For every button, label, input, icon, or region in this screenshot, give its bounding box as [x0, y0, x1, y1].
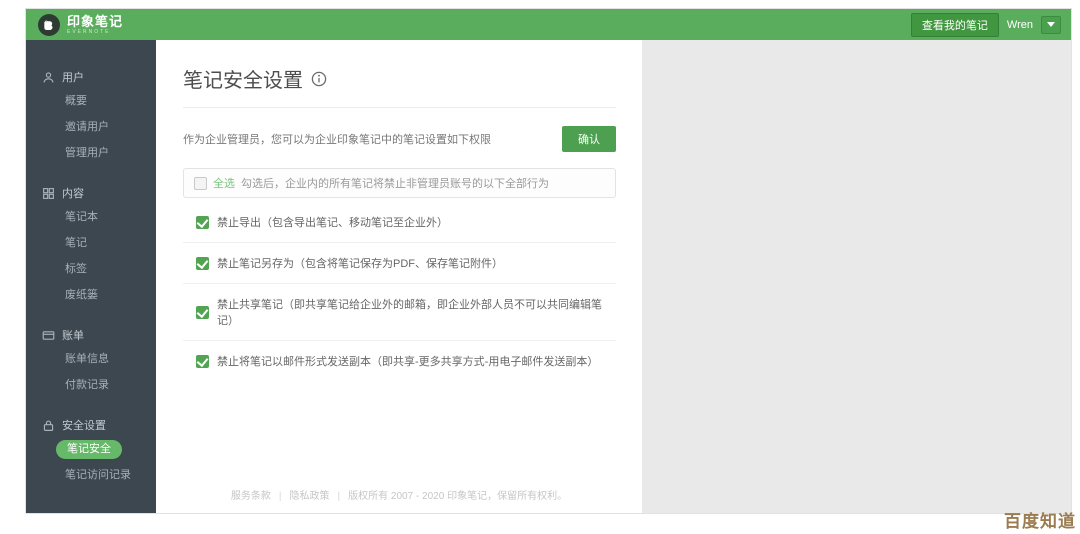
sidebar-item-billing-info[interactable]: 账单信息 [26, 346, 156, 372]
sidebar-section-content: 内容 笔记本 笔记 标签 废纸篓 [26, 182, 156, 308]
privacy-link[interactable]: 隐私政策 [290, 491, 330, 502]
checkbox-checked-icon[interactable] [196, 215, 209, 229]
confirm-button[interactable]: 确认 [562, 126, 616, 152]
checkbox-checked-icon[interactable] [196, 305, 209, 319]
sidebar-section-content-header: 内容 [26, 182, 156, 204]
username-label: Wren [1006, 18, 1033, 31]
content-icon [43, 187, 54, 199]
admin-console-window: 印象笔记 EVERNOTE 查看我的笔记 Wren 用户 概要 邀请用户 管理用… [25, 8, 1072, 514]
description-text: 作为企业管理员，您可以为企业印象笔记中的笔记设置如下权限 [183, 134, 491, 146]
select-all-label: 全选 [213, 178, 235, 190]
brand-subtitle: EVERNOTE [67, 28, 111, 35]
permission-row-export[interactable]: 禁止导出（包含导出笔记、移动笔记至企业外） [183, 202, 616, 243]
sidebar-nav: 用户 概要 邀请用户 管理用户 内容 笔记本 笔记 标签 废纸篓 账单 账单信息… [26, 40, 156, 513]
user-menu-dropdown-button[interactable] [1041, 15, 1061, 34]
terms-link[interactable]: 服务条款 [231, 491, 271, 502]
footer-separator: | [337, 491, 341, 502]
description-row: 作为企业管理员，您可以为企业印象笔记中的笔记设置如下权限 确认 [183, 126, 616, 152]
evernote-elephant-icon [38, 13, 60, 36]
permission-row-share[interactable]: 禁止共享笔记（即共享笔记给企业外的邮箱，即企业外部人员不可以共同编辑笔记） [183, 284, 616, 341]
permission-row-save-as[interactable]: 禁止笔记另存为（包含将笔记保存为PDF、保存笔记附件） [183, 243, 616, 284]
sidebar-item-notes[interactable]: 笔记 [26, 230, 156, 256]
sidebar-item-trash[interactable]: 废纸篓 [26, 282, 156, 308]
copyright-text: 版权所有 2007 - 2020 印象笔记，保留所有权利。 [348, 491, 568, 502]
main-area: 笔记安全设置 作为企业管理员，您可以为企业印象笔记中的笔记设置如下权限 确认 全… [156, 40, 1071, 513]
info-icon[interactable] [311, 71, 327, 87]
sidebar-section-users-header: 用户 [26, 66, 156, 88]
sidebar-section-billing-header: 账单 [26, 324, 156, 346]
lock-icon [43, 419, 54, 431]
checkbox-checked-icon[interactable] [196, 354, 209, 368]
sidebar-item-manage-users[interactable]: 管理用户 [26, 140, 156, 166]
user-icon [43, 71, 54, 83]
sidebar-item-note-access-log[interactable]: 笔记访问记录 [26, 462, 156, 488]
panel-footer: 服务条款 | 隐私政策 | 版权所有 2007 - 2020 印象笔记，保留所有权利。 [156, 487, 642, 502]
baidu-zhidao-watermark: 百度知道 [1004, 512, 1076, 531]
sidebar-item-tags[interactable]: 标签 [26, 256, 156, 282]
sidebar-item-payment-records[interactable]: 付款记录 [26, 372, 156, 398]
screen: 印象笔记 EVERNOTE 查看我的笔记 Wren 用户 概要 邀请用户 管理用… [0, 0, 1080, 534]
background-area [642, 40, 1071, 513]
chevron-down-icon [1047, 22, 1055, 27]
page-title: 笔记安全设置 [183, 70, 303, 92]
footer-separator: | [278, 491, 282, 502]
sidebar-section-security: 安全设置 笔记安全 笔记访问记录 [26, 414, 156, 488]
sidebar-section-security-header: 安全设置 [26, 414, 156, 436]
settings-panel: 笔记安全设置 作为企业管理员，您可以为企业印象笔记中的笔记设置如下权限 确认 全… [156, 40, 642, 513]
brand-logo[interactable]: 印象笔记 EVERNOTE [38, 13, 124, 36]
sidebar-item-overview[interactable]: 概要 [26, 88, 156, 114]
page-title-row: 笔记安全设置 [183, 64, 616, 108]
active-item-pill: 笔记安全 [56, 440, 122, 459]
top-header: 印象笔记 EVERNOTE 查看我的笔记 Wren [26, 9, 1071, 40]
sidebar-item-notebooks[interactable]: 笔记本 [26, 204, 156, 230]
sidebar-section-users: 用户 概要 邀请用户 管理用户 [26, 66, 156, 166]
select-all-checkbox[interactable] [194, 176, 207, 190]
select-all-row[interactable]: 全选 勾选后，企业内的所有笔记将禁止非管理员账号的以下全部行为 [183, 168, 616, 198]
sidebar-section-billing: 账单 账单信息 付款记录 [26, 324, 156, 398]
permission-list: 禁止导出（包含导出笔记、移动笔记至企业外） 禁止笔记另存为（包含将笔记保存为PD… [183, 202, 616, 381]
sidebar-item-note-security[interactable]: 笔记安全 [26, 436, 156, 462]
view-my-notes-button[interactable]: 查看我的笔记 [910, 12, 999, 37]
brand-name: 印象笔记 [67, 13, 124, 29]
header-actions: 查看我的笔记 Wren [910, 12, 1061, 37]
permission-row-email-copy[interactable]: 禁止将笔记以邮件形式发送副本（即共享-更多共享方式-用电子邮件发送副本） [183, 341, 616, 381]
checkbox-checked-icon[interactable] [196, 256, 209, 270]
select-all-hint: 勾选后，企业内的所有笔记将禁止非管理员账号的以下全部行为 [241, 178, 549, 190]
billing-icon [42, 330, 55, 340]
sidebar-item-invite-users[interactable]: 邀请用户 [26, 114, 156, 140]
